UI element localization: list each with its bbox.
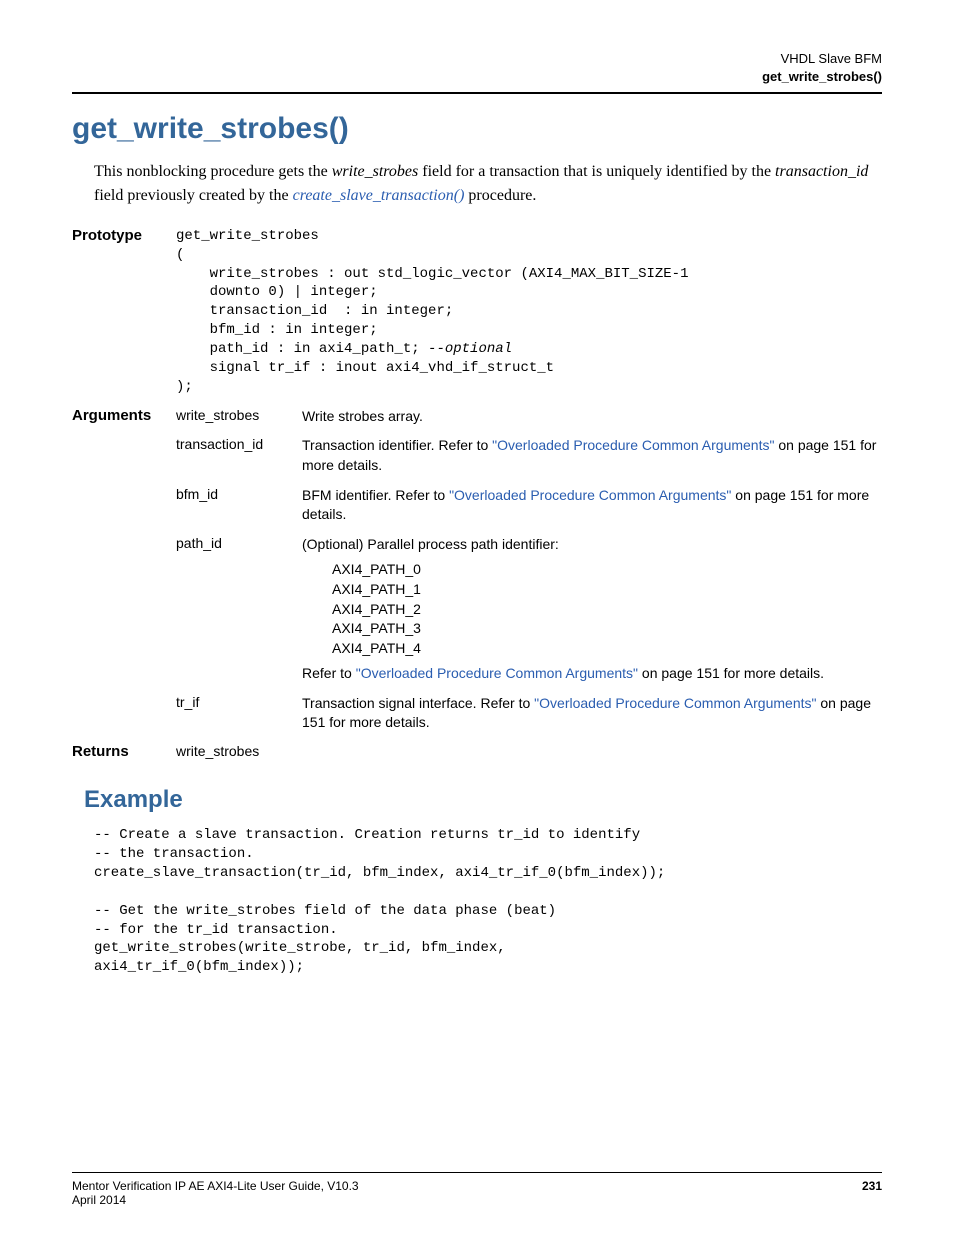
code-line: bfm_id : in integer;: [176, 322, 378, 338]
arg-desc: (Optional) Parallel process path identif…: [302, 535, 882, 684]
prototype-row: Prototype get_write_strobes ( write_stro…: [72, 227, 882, 397]
intro-text: procedure.: [464, 187, 536, 204]
code-comment: --optional: [428, 341, 512, 357]
code-line: (: [176, 247, 184, 263]
intro-em-write-strobes: write_strobes: [332, 163, 419, 180]
footer-doc-title: Mentor Verification IP AE AXI4-Lite User…: [72, 1179, 359, 1193]
overloaded-procedure-link[interactable]: Overloaded Procedure Common Arguments: [361, 665, 633, 681]
page-title: get_write_strobes(): [72, 112, 882, 146]
code-line: create_slave_transaction(tr_id, bfm_inde…: [94, 865, 665, 881]
intro-paragraph: This nonblocking procedure gets the writ…: [94, 160, 882, 206]
arguments-row-path-id: path_id (Optional) Parallel process path…: [72, 535, 882, 684]
intro-text: field previously created by the: [94, 187, 293, 204]
code-line: get_write_strobes(write_strobe, tr_id, b…: [94, 940, 506, 956]
header-section: get_write_strobes(): [72, 68, 882, 86]
create-slave-transaction-link[interactable]: create_slave_transaction(): [293, 187, 465, 204]
code-line: get_write_strobes: [176, 228, 319, 244]
footer-left: Mentor Verification IP AE AXI4-Lite User…: [72, 1179, 359, 1207]
arg-desc: Transaction identifier. Refer to "Overlo…: [302, 436, 882, 475]
arg-text: Refer to: [302, 665, 356, 681]
arg-text: Transaction identifier. Refer to: [302, 437, 492, 453]
returns-value: write_strobes: [176, 743, 302, 759]
arg-desc: BFM identifier. Refer to "Overloaded Pro…: [302, 486, 882, 525]
path-value: AXI4_PATH_2: [332, 600, 882, 620]
code-line: downto 0) | integer;: [176, 284, 378, 300]
path-value: AXI4_PATH_0: [332, 560, 882, 580]
arg-text-refer: Refer to "Overloaded Procedure Common Ar…: [302, 664, 882, 684]
header-rule: [72, 92, 882, 94]
arguments-label: Arguments: [72, 407, 176, 424]
code-line: -- Create a slave transaction. Creation …: [94, 827, 640, 843]
arg-desc: Transaction signal interface. Refer to "…: [302, 694, 882, 733]
code-line: signal tr_if : inout axi4_vhd_if_struct_…: [176, 360, 554, 376]
arg-text: on page 151 for more details.: [638, 665, 824, 681]
arg-desc: Write strobes array.: [302, 407, 882, 427]
arguments-row-tr-if: tr_if Transaction signal interface. Refe…: [72, 694, 882, 733]
code-line: write_strobes : out std_logic_vector (AX…: [176, 266, 688, 282]
overloaded-procedure-link[interactable]: Overloaded Procedure Common Arguments: [539, 695, 811, 711]
example-heading: Example: [84, 786, 882, 814]
returns-row: Returns write_strobes: [72, 743, 882, 760]
code-line: -- for the tr_id transaction.: [94, 922, 338, 938]
arg-text: Transaction signal interface. Refer to: [302, 695, 534, 711]
arguments-row-bfm-id: bfm_id BFM identifier. Refer to "Overloa…: [72, 486, 882, 525]
overloaded-procedure-link[interactable]: Overloaded Procedure Common Arguments: [497, 437, 769, 453]
page-footer: Mentor Verification IP AE AXI4-Lite User…: [72, 1172, 882, 1207]
code-line: -- Get the write_strobes field of the da…: [94, 903, 556, 919]
header-chapter: VHDL Slave BFM: [72, 50, 882, 68]
overloaded-procedure-link[interactable]: Overloaded Procedure Common Arguments: [454, 487, 726, 503]
arg-name: write_strobes: [176, 407, 302, 423]
page-number: 231: [862, 1179, 882, 1207]
arg-name: transaction_id: [176, 436, 302, 452]
code-line: axi4_tr_if_0(bfm_index));: [94, 959, 304, 975]
intro-text: This nonblocking procedure gets the: [94, 163, 332, 180]
running-header: VHDL Slave BFM get_write_strobes(): [72, 50, 882, 86]
code-line: -- the transaction.: [94, 846, 254, 862]
path-list: AXI4_PATH_0 AXI4_PATH_1 AXI4_PATH_2 AXI4…: [332, 560, 882, 658]
arguments-row-write-strobes: Arguments write_strobes Write strobes ar…: [72, 407, 882, 427]
arg-name: bfm_id: [176, 486, 302, 502]
prototype-code: get_write_strobes ( write_strobes : out …: [176, 227, 882, 397]
intro-text: field for a transaction that is uniquely…: [418, 163, 775, 180]
arg-text: (Optional) Parallel process path identif…: [302, 535, 882, 555]
prototype-label: Prototype: [72, 227, 176, 244]
code-line: transaction_id : in integer;: [176, 303, 453, 319]
arg-text: BFM identifier. Refer to: [302, 487, 449, 503]
footer-date: April 2014: [72, 1193, 359, 1207]
example-code-block: -- Create a slave transaction. Creation …: [94, 826, 882, 977]
path-value: AXI4_PATH_1: [332, 580, 882, 600]
returns-label: Returns: [72, 743, 176, 760]
path-value: AXI4_PATH_3: [332, 619, 882, 639]
arguments-row-transaction-id: transaction_id Transaction identifier. R…: [72, 436, 882, 475]
intro-em-transaction-id: transaction_id: [775, 163, 868, 180]
arg-name: tr_if: [176, 694, 302, 710]
path-value: AXI4_PATH_4: [332, 639, 882, 659]
arg-name: path_id: [176, 535, 302, 551]
definition-table: Prototype get_write_strobes ( write_stro…: [72, 227, 882, 770]
page-content: VHDL Slave BFM get_write_strobes() get_w…: [0, 0, 954, 1235]
code-line: );: [176, 379, 193, 395]
code-line: path_id : in axi4_path_t;: [176, 341, 428, 357]
